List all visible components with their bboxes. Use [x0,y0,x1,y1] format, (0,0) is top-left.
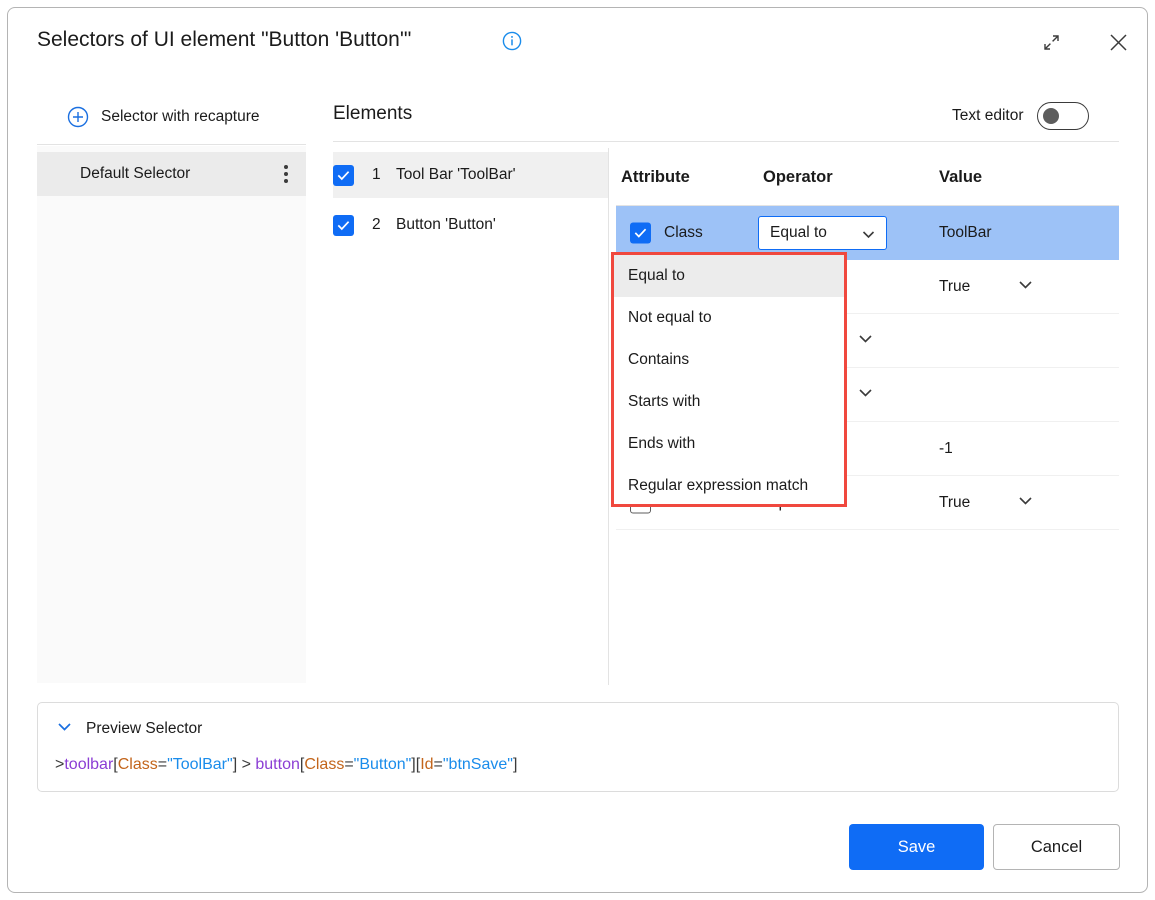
attribute-name: Class [664,224,703,242]
code-token-val: "ToolBar" [167,756,233,773]
chevron-down-icon[interactable] [1016,275,1035,299]
chevron-down-icon[interactable] [856,383,875,407]
operator-select-value: Equal to [770,224,827,242]
dropdown-option-equal-to[interactable]: Equal to [614,255,844,297]
selector-with-recapture-button[interactable]: Selector with recapture [37,89,306,145]
dropdown-option-contains[interactable]: Contains [614,339,844,381]
chevron-down-icon [55,717,74,741]
dropdown-option-label: Ends with [628,435,695,453]
panel-divider [608,148,609,685]
code-token-val: "btnSave" [443,756,513,773]
selector-list-item-default[interactable]: Default Selector [37,152,306,196]
dropdown-option-label: Not equal to [628,309,712,327]
attributes-table-header: Attribute Operator Value [616,148,1119,206]
operator-select[interactable]: Equal to [758,216,887,250]
expand-icon[interactable] [1034,26,1068,58]
text-editor-toggle[interactable] [1037,102,1089,130]
code-token-val: "Button" [354,756,412,773]
selectors-dialog: Selectors of UI element "Button 'Button'… [7,7,1148,893]
dropdown-option-not-equal-to[interactable]: Not equal to [614,297,844,339]
dropdown-option-ends-with[interactable]: Ends with [614,423,844,465]
element-list-item-2[interactable]: 2 Button 'Button' [333,202,608,248]
code-token-brk: = [434,756,443,773]
chevron-down-icon [860,226,877,248]
element-index: 2 [372,216,384,234]
code-token-arrow: > [237,756,255,773]
element-label: Tool Bar 'ToolBar' [396,166,516,184]
chevron-down-icon[interactable] [856,329,875,353]
code-token-arrow: > [55,756,64,773]
element-checkbox[interactable] [333,165,354,186]
code-token-tag: button [255,756,299,773]
dropdown-option-label: Contains [628,351,689,369]
header-divider [333,141,1119,142]
dropdown-option-label: Regular expression match [628,477,808,495]
close-icon[interactable] [1101,26,1135,58]
attribute-value: -1 [939,440,953,458]
dropdown-option-label: Starts with [628,393,700,411]
selector-list: Default Selector [37,146,306,683]
info-icon[interactable] [502,31,522,51]
code-token-attr: Class [304,756,344,773]
column-header-attribute: Attribute [621,168,690,187]
cancel-button[interactable]: Cancel [993,824,1120,870]
save-button[interactable]: Save [849,824,984,870]
dropdown-option-starts-with[interactable]: Starts with [614,381,844,423]
chevron-down-icon[interactable] [1016,491,1035,515]
preview-selector-code: >toolbar[Class="ToolBar"] > button[Class… [55,756,517,774]
column-header-value: Value [939,168,982,187]
kebab-menu-icon[interactable] [284,165,288,183]
dropdown-option-label: Equal to [628,267,685,285]
elements-panel-title: Elements [333,103,412,125]
text-editor-toggle-group: Text editor [952,102,1089,130]
column-header-operator: Operator [763,168,833,187]
dropdown-option-regular-expression-match[interactable]: Regular expression match [614,465,844,507]
text-editor-label: Text editor [952,107,1024,125]
attribute-value: True [939,494,970,512]
attribute-checkbox[interactable] [630,223,651,244]
code-token-brk: = [344,756,353,773]
code-token-brk: = [158,756,167,773]
dialog-titlebar: Selectors of UI element "Button 'Button'… [8,8,1147,76]
selector-item-label: Default Selector [80,165,190,183]
code-token-brk: ] [513,756,517,773]
operator-dropdown-menu[interactable]: Equal to Not equal to Contains Starts wi… [611,252,847,507]
element-label: Button 'Button' [396,216,496,234]
code-token-tag: toolbar [64,756,113,773]
attribute-value: ToolBar [939,224,992,242]
plus-circle-icon [67,106,89,128]
elements-list: 1 Tool Bar 'ToolBar' 2 Button 'Button' [333,148,608,683]
element-checkbox[interactable] [333,215,354,236]
code-token-attr: Id [420,756,433,773]
element-list-item-1[interactable]: 1 Tool Bar 'ToolBar' [333,152,608,198]
attribute-value: True [939,278,970,296]
toggle-knob [1043,108,1059,124]
element-index: 1 [372,166,384,184]
dialog-title: Selectors of UI element "Button 'Button'… [37,28,411,52]
preview-selector-panel: Preview Selector >toolbar[Class="ToolBar… [37,702,1119,792]
selector-with-recapture-label: Selector with recapture [101,108,260,126]
code-token-attr: Class [118,756,158,773]
code-token-brk: ][ [411,756,420,773]
preview-selector-label: Preview Selector [86,720,202,738]
preview-selector-header[interactable]: Preview Selector [55,717,202,741]
